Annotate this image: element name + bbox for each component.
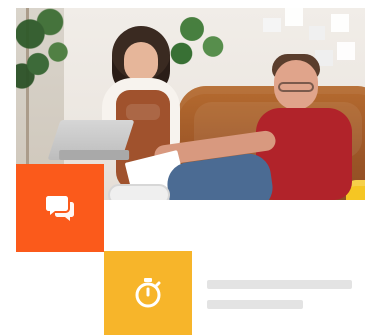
promo-card bbox=[0, 0, 373, 335]
shoes bbox=[108, 184, 170, 200]
chat-tile bbox=[16, 164, 104, 252]
timer-tile bbox=[104, 251, 192, 335]
laptop bbox=[47, 120, 135, 160]
plant-left bbox=[16, 8, 86, 118]
text-placeholder-line-1 bbox=[207, 280, 352, 289]
text-placeholder-line-2 bbox=[207, 300, 303, 309]
man-glasses bbox=[278, 82, 314, 92]
chat-bubbles-icon bbox=[43, 194, 77, 222]
stopwatch-icon bbox=[131, 276, 165, 310]
woman-face bbox=[124, 42, 158, 82]
